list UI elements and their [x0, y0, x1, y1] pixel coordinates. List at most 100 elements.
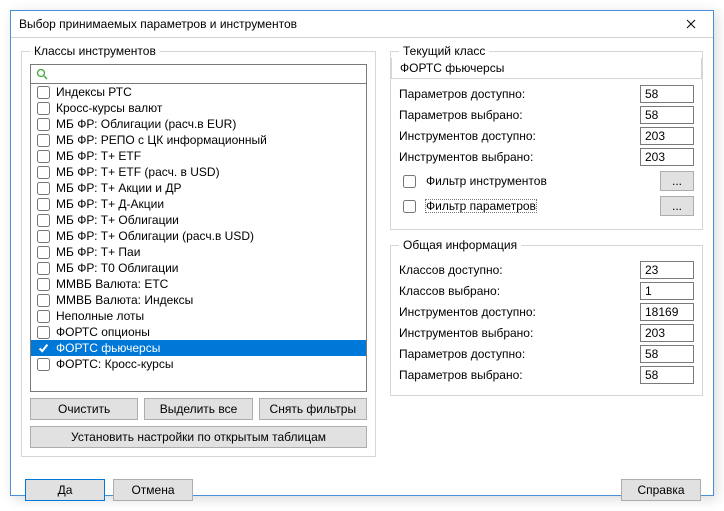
list-item[interactable]: ММВБ Валюта: ETC [31, 276, 366, 292]
list-item[interactable]: МБ ФР: T+ Облигации (расч.в USD) [31, 228, 366, 244]
cancel-button[interactable]: Отмена [113, 479, 193, 501]
list-item-checkbox[interactable] [37, 262, 50, 275]
dialog-window: Выбор принимаемых параметров и инструмен… [10, 10, 714, 496]
list-item-label: ФОРТС: Кросс-курсы [56, 357, 173, 371]
filter-instruments-checkbox[interactable] [403, 175, 416, 188]
list-item[interactable]: Кросс-курсы валют [31, 100, 366, 116]
list-item-checkbox[interactable] [37, 294, 50, 307]
filter-params-ellipsis-button[interactable]: ... [660, 196, 694, 216]
gen-classes-selected-value: 1 [640, 282, 694, 300]
list-item-checkbox[interactable] [37, 358, 50, 371]
current-class-name: ФОРТС фьючерсы [391, 58, 702, 79]
list-item[interactable]: ММВБ Валюта: Индексы [31, 292, 366, 308]
list-item[interactable]: ФОРТС опционы [31, 324, 366, 340]
list-item-label: МБ ФР: РЕПО с ЦК информационный [56, 133, 267, 147]
list-item-label: Неполные лоты [56, 309, 144, 323]
gen-params-selected-value: 58 [640, 366, 694, 384]
list-item-checkbox[interactable] [37, 166, 50, 179]
params-selected-label: Параметров выбрано: [399, 108, 640, 122]
list-item-checkbox[interactable] [37, 342, 50, 355]
list-item-label: МБ ФР: T+ ETF [56, 149, 141, 163]
gen-params-available-label: Параметров доступно: [399, 347, 640, 361]
list-item-label: МБ ФР: T+ Облигации (расч.в USD) [56, 229, 254, 243]
list-item-label: Кросс-курсы валют [56, 101, 162, 115]
list-item[interactable]: МБ ФР: T0 Облигации [31, 260, 366, 276]
current-class-legend: Текущий класс [399, 44, 489, 58]
params-available-value: 58 [640, 85, 694, 103]
list-item-label: МБ ФР: Облигации (расч.в EUR) [56, 117, 236, 131]
select-all-button[interactable]: Выделить все [144, 398, 252, 420]
params-available-label: Параметров доступно: [399, 87, 640, 101]
list-item-label: ФОРТС опционы [56, 325, 150, 339]
gen-params-available-value: 58 [640, 345, 694, 363]
list-item-label: МБ ФР: T+ Паи [56, 245, 140, 259]
current-class-groupbox: Текущий класс ФОРТС фьючерсы Параметров … [390, 44, 703, 230]
gen-instr-available-value: 18169 [640, 303, 694, 321]
titlebar: Выбор принимаемых параметров и инструмен… [11, 11, 713, 38]
list-item-checkbox[interactable] [37, 134, 50, 147]
list-item-checkbox[interactable] [37, 150, 50, 163]
list-item-checkbox[interactable] [37, 198, 50, 211]
instr-selected-value: 203 [640, 148, 694, 166]
filter-params-checkbox[interactable] [403, 200, 416, 213]
apply-open-tables-button[interactable]: Установить настройки по открытым таблица… [30, 426, 367, 448]
search-wrap [30, 64, 367, 84]
close-icon[interactable] [677, 19, 705, 29]
list-item-label: МБ ФР: T+ Облигации [56, 213, 179, 227]
list-item[interactable]: Неполные лоты [31, 308, 366, 324]
gen-instr-available-label: Инструментов доступно: [399, 305, 640, 319]
dialog-footer: Да Отмена Справка [11, 473, 713, 511]
search-icon [35, 67, 49, 81]
instr-selected-label: Инструментов выбрано: [399, 150, 640, 164]
list-item-label: Индексы РТС [56, 85, 132, 99]
list-item-checkbox[interactable] [37, 102, 50, 115]
list-item[interactable]: МБ ФР: T+ Акции и ДР [31, 180, 366, 196]
list-item-label: МБ ФР: T0 Облигации [56, 261, 179, 275]
params-selected-value: 58 [640, 106, 694, 124]
list-item[interactable]: ФОРТС фьючерсы [31, 340, 366, 356]
filter-params-label: Фильтр параметров [425, 199, 537, 213]
filter-instruments-label: Фильтр инструментов [425, 174, 548, 188]
list-item-checkbox[interactable] [37, 310, 50, 323]
general-info-groupbox: Общая информация Классов доступно: 23 Кл… [390, 238, 703, 396]
list-item-checkbox[interactable] [37, 118, 50, 131]
list-item-label: МБ ФР: T+ Акции и ДР [56, 181, 181, 195]
classes-groupbox: Классы инструментов Индексы РТС Кросс-кур… [21, 44, 376, 457]
list-item-label: МБ ФР: T+ Д-Акции [56, 197, 164, 211]
list-item-label: МБ ФР: T+ ETF (расч. в USD) [56, 165, 220, 179]
gen-params-selected-label: Параметров выбрано: [399, 368, 640, 382]
list-item-checkbox[interactable] [37, 230, 50, 243]
list-item-checkbox[interactable] [37, 182, 50, 195]
classes-legend: Классы инструментов [30, 44, 160, 58]
gen-instr-selected-value: 203 [640, 324, 694, 342]
list-item[interactable]: ФОРТС: Кросс-курсы [31, 356, 366, 372]
instr-available-value: 203 [640, 127, 694, 145]
list-item-checkbox[interactable] [37, 326, 50, 339]
list-item-checkbox[interactable] [37, 86, 50, 99]
list-item-checkbox[interactable] [37, 246, 50, 259]
ok-button[interactable]: Да [25, 479, 105, 501]
general-info-legend: Общая информация [399, 238, 521, 252]
window-title: Выбор принимаемых параметров и инструмен… [19, 17, 297, 31]
gen-classes-available-label: Классов доступно: [399, 263, 640, 277]
list-item[interactable]: МБ ФР: T+ Паи [31, 244, 366, 260]
gen-classes-selected-label: Классов выбрано: [399, 284, 640, 298]
list-item[interactable]: Индексы РТС [31, 84, 366, 100]
reset-filters-button[interactable]: Снять фильтры [259, 398, 367, 420]
list-item-checkbox[interactable] [37, 214, 50, 227]
clear-button[interactable]: Очистить [30, 398, 138, 420]
list-item[interactable]: МБ ФР: T+ ETF [31, 148, 366, 164]
list-item[interactable]: МБ ФР: Облигации (расч.в EUR) [31, 116, 366, 132]
list-item[interactable]: МБ ФР: T+ Д-Акции [31, 196, 366, 212]
list-item-checkbox[interactable] [37, 278, 50, 291]
list-item[interactable]: МБ ФР: T+ ETF (расч. в USD) [31, 164, 366, 180]
search-input[interactable] [49, 67, 362, 81]
gen-classes-available-value: 23 [640, 261, 694, 279]
list-item-label: ФОРТС фьючерсы [56, 341, 160, 355]
help-button[interactable]: Справка [621, 479, 701, 501]
list-item[interactable]: МБ ФР: РЕПО с ЦК информационный [31, 132, 366, 148]
classes-listbox[interactable]: Индексы РТС Кросс-курсы валют МБ ФР: Облиг… [30, 84, 367, 392]
list-item[interactable]: МБ ФР: T+ Облигации [31, 212, 366, 228]
list-item-label: ММВБ Валюта: Индексы [56, 293, 193, 307]
filter-instruments-ellipsis-button[interactable]: ... [660, 171, 694, 191]
